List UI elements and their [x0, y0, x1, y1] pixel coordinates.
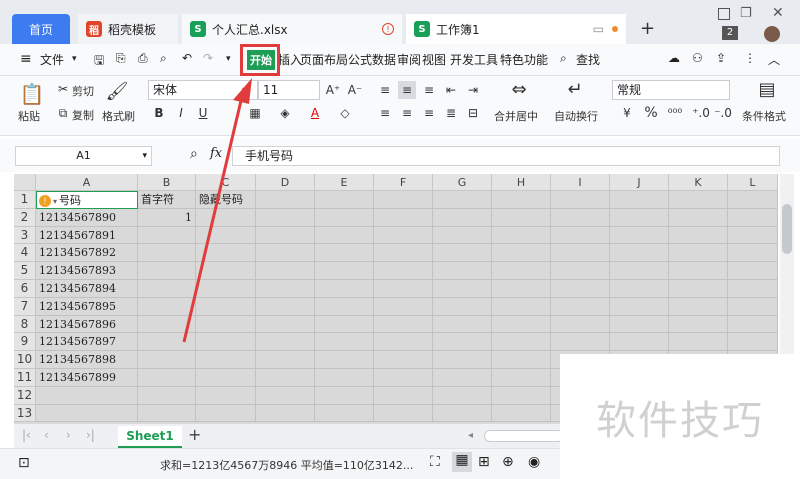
normal-view-icon[interactable]: ▦: [452, 452, 472, 472]
first-sheet-icon[interactable]: |‹: [22, 428, 31, 442]
scroll-left-icon[interactable]: ◂: [468, 430, 473, 441]
full-screen-icon[interactable]: ⛶: [430, 454, 440, 470]
status-mode-icon[interactable]: ⊡: [18, 455, 30, 471]
prev-sheet-icon[interactable]: ‹: [44, 428, 49, 442]
status-summary: 求和=1213亿4567万8946 平均值=110亿3142...: [160, 459, 414, 472]
eye-protection-icon[interactable]: ◉: [528, 454, 540, 470]
horizontal-scrollbar[interactable]: [484, 430, 564, 442]
sheet-tab-sheet1[interactable]: Sheet1: [118, 426, 182, 448]
page-layout-icon[interactable]: ⊕: [502, 454, 514, 470]
watermark: 软件技巧: [560, 354, 800, 479]
page-break-icon[interactable]: ⊞: [478, 454, 490, 470]
add-sheet-icon[interactable]: +: [188, 425, 201, 444]
last-sheet-icon[interactable]: ›|: [86, 428, 95, 442]
next-sheet-icon[interactable]: ›: [66, 428, 71, 442]
